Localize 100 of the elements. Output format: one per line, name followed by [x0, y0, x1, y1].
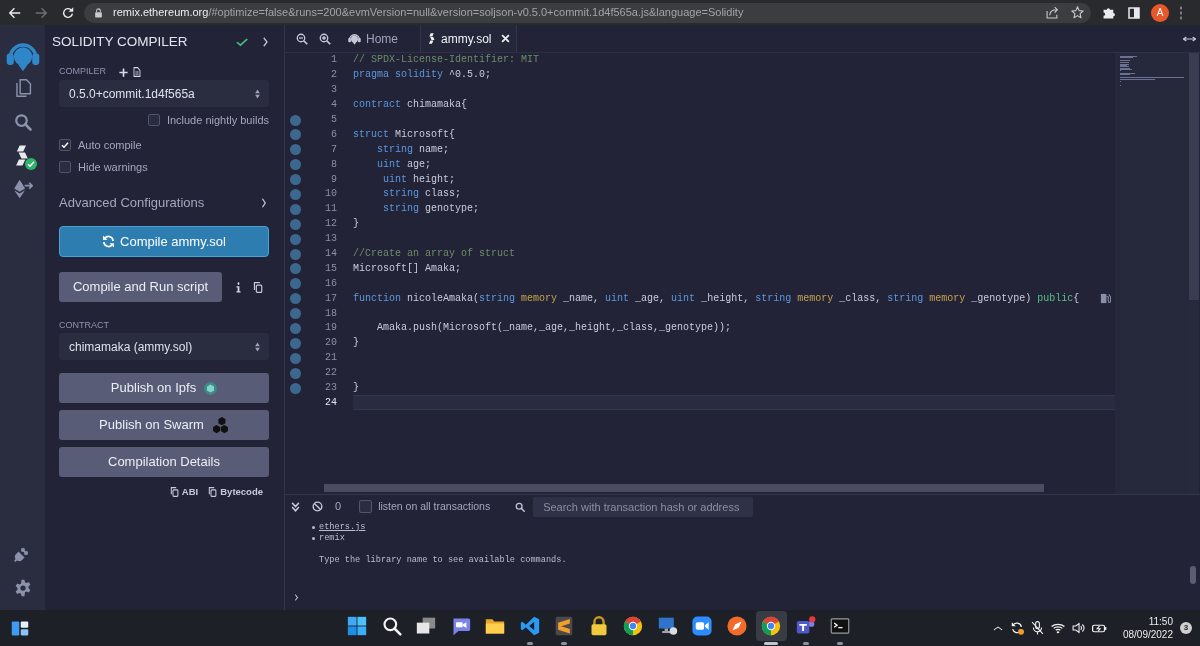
line-number: 24	[324, 397, 337, 408]
bullet-icon	[312, 526, 315, 529]
layered-shapes-icon	[428, 33, 436, 44]
copy-icon[interactable]	[253, 281, 263, 293]
gutter-dot-icon[interactable]	[290, 174, 301, 186]
run-script-button[interactable]: Compile and Run script	[59, 272, 222, 302]
widgets-icon[interactable]	[11, 619, 29, 637]
ban-icon[interactable]	[312, 501, 323, 512]
chevron-up-icon[interactable]	[992, 624, 1003, 632]
gutter-dot-icon[interactable]	[290, 159, 301, 171]
advanced-configurations-toggle[interactable]: Advanced Configurations	[59, 195, 269, 211]
file-icon[interactable]	[133, 67, 141, 77]
chevron-right-icon[interactable]	[262, 37, 269, 47]
gutter-dot-icon[interactable]	[290, 352, 301, 364]
checkbox[interactable]	[59, 139, 71, 151]
publish-button[interactable]: Publish on Swarm	[59, 410, 269, 440]
line-number: 23	[324, 383, 337, 394]
mic-muted-icon[interactable]	[1030, 621, 1044, 635]
gutter-dot-icon[interactable]	[290, 367, 301, 379]
horizontal-scrollbar[interactable]	[324, 484, 1044, 492]
gutter-dot-icon[interactable]	[290, 278, 301, 290]
tricolor-circle-icon	[623, 616, 644, 636]
gutter-dot-icon[interactable]	[290, 382, 301, 394]
lock-icon[interactable]	[94, 7, 103, 18]
gutter-dot-icon[interactable]	[290, 308, 301, 320]
publish-button[interactable]: Publish on Ipfs	[59, 373, 269, 403]
close-icon[interactable]	[501, 34, 511, 43]
code-line: struct Microsoft{	[353, 129, 456, 140]
gutter-dot-icon[interactable]	[290, 337, 301, 349]
gutter-dot-icon[interactable]	[290, 114, 301, 126]
overlapping-squares-icon	[416, 616, 437, 636]
gutter-dot-icon[interactable]	[290, 203, 301, 215]
gutter-dot-icon[interactable]	[290, 322, 301, 334]
back-arrow-icon[interactable]	[8, 5, 22, 20]
reload-icon[interactable]	[61, 5, 75, 20]
share-icon[interactable]	[1046, 6, 1059, 19]
side-panel-icon[interactable]	[1128, 6, 1140, 19]
line-number: 8	[330, 159, 337, 170]
profile-avatar[interactable]: A	[1151, 3, 1169, 22]
scrollbar-thumb[interactable]	[1190, 566, 1196, 584]
option-label: Include nightly builds	[166, 112, 269, 128]
speaker-icon[interactable]	[1071, 622, 1085, 634]
code-line: }	[353, 383, 359, 394]
gutter-dot-icon[interactable]	[290, 293, 301, 305]
battery-icon[interactable]	[1091, 622, 1107, 634]
compile-button[interactable]: Compile ammy.sol	[59, 226, 269, 257]
contract-select[interactable]: chimamaka (ammy.sol)	[59, 333, 269, 360]
terminal-icon	[830, 616, 851, 636]
vertical-scrollbar[interactable]	[1189, 53, 1199, 494]
code-line: uint age;	[377, 159, 432, 170]
zoom-in-icon[interactable]	[319, 32, 331, 45]
gutter-dot-icon[interactable]	[290, 263, 301, 275]
info-icon[interactable]	[235, 281, 242, 293]
checkbox[interactable]	[147, 114, 160, 126]
library-link[interactable]: ethers.js	[319, 521, 366, 534]
line-number: 18	[324, 308, 337, 319]
copy-link[interactable]: ABI	[169, 484, 199, 500]
taskbar-button[interactable]	[755, 611, 787, 641]
gutter-dot-icon[interactable]	[290, 144, 301, 156]
sync-icon[interactable]	[1009, 621, 1024, 635]
prompt-chevron-icon	[294, 594, 299, 601]
option-label: Hide warnings	[78, 159, 148, 175]
hexagon-badge-icon	[204, 381, 218, 395]
code-line: //Create an array of struct	[353, 249, 516, 259]
line-number: 2	[330, 70, 337, 81]
line-number: 14	[324, 249, 337, 259]
search-icon[interactable]	[515, 501, 526, 512]
gutter-dot-icon[interactable]	[290, 129, 301, 141]
double-arrow-icon[interactable]	[1183, 34, 1196, 43]
gutter-dot-icon[interactable]	[290, 233, 301, 245]
editor-tab[interactable]: ammy.sol	[421, 25, 518, 52]
zoom-out-icon[interactable]	[296, 32, 308, 45]
version-select[interactable]: 0.5.0+commit.1d4f565a	[59, 80, 269, 107]
address-bar[interactable]: remix.ethereum.org/#optimize=false&runs=200&evmVersion=null&version=soljson-v0.5.0+commit.1d4f565a.js&language=Solidity	[84, 2, 1091, 23]
gutter-dot-icon[interactable]	[290, 218, 301, 230]
clock-time: 11:50	[1148, 615, 1173, 628]
checkbox[interactable]	[59, 161, 71, 173]
search-icon[interactable]	[13, 113, 32, 131]
puzzle-icon[interactable]	[1103, 6, 1116, 19]
gutter-dot-icon[interactable]	[290, 188, 301, 200]
plus-icon[interactable]	[119, 67, 128, 77]
settings-icon[interactable]	[13, 579, 32, 597]
files-icon[interactable]	[13, 78, 32, 98]
wifi-icon[interactable]	[1050, 622, 1065, 634]
search-field[interactable]: Search with transaction hash or address	[533, 496, 754, 517]
logo-icon	[348, 32, 361, 45]
layered-shapes-icon[interactable]	[14, 145, 31, 166]
gutter-dot-icon[interactable]	[290, 248, 301, 260]
checkbox[interactable]	[359, 500, 373, 513]
diamond-arrow-icon[interactable]	[12, 179, 33, 199]
scrollbar-thumb[interactable]	[1189, 53, 1199, 300]
code-line: function nicoleAmaka(string memory _name, uint _age, uint _height, string memory _class, string memory _genotype) public{	[353, 293, 1080, 304]
publish-button[interactable]: Compilation Details	[59, 447, 269, 477]
double-chevron-down-icon[interactable]	[291, 501, 300, 512]
code-line: uint height;	[383, 174, 456, 185]
library-name: remix	[319, 532, 345, 545]
code-line: string class;	[383, 189, 462, 200]
star-icon[interactable]	[1071, 6, 1084, 19]
code-line: contract chimamaka{	[353, 100, 468, 111]
copy-link[interactable]: Bytecode	[208, 484, 263, 500]
